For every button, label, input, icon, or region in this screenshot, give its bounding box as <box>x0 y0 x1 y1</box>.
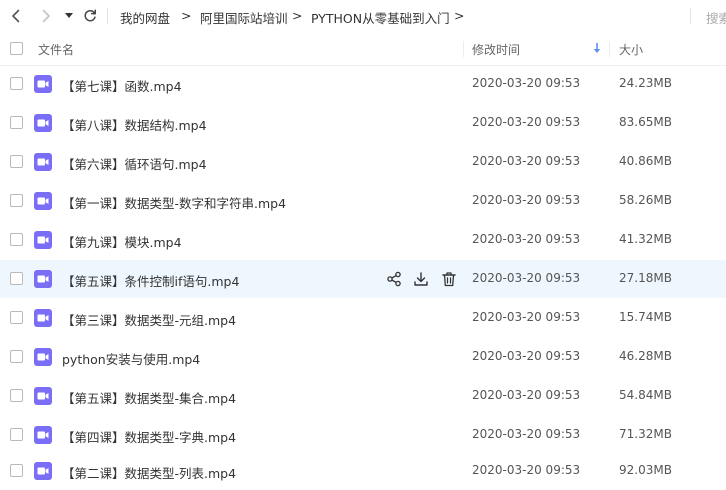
breadcrumb-item-current[interactable]: PYTHON从零基础到入门 <box>311 8 450 27</box>
search-input[interactable]: 搜索 <box>706 8 726 27</box>
back-button[interactable] <box>8 6 24 26</box>
file-size: 92.03MB <box>619 463 672 477</box>
file-checkbox[interactable] <box>10 389 23 402</box>
trash-icon <box>442 272 456 287</box>
video-file-icon <box>34 192 52 210</box>
toolbar-divider <box>107 8 108 24</box>
refresh-icon <box>84 9 97 22</box>
file-modified-time: 2020-03-20 09:53 <box>472 388 581 402</box>
file-checkbox[interactable] <box>10 272 23 285</box>
chevron-right-icon <box>42 9 50 23</box>
column-divider <box>463 41 464 57</box>
column-header-modified[interactable]: 修改时间 <box>472 41 520 58</box>
share-icon <box>387 271 401 287</box>
file-size: 24.23MB <box>619 76 672 90</box>
file-row[interactable]: 【第六课】循环语句.mp4 2020-03-20 09:53 40.86MB <box>0 143 726 181</box>
select-all-checkbox[interactable] <box>10 42 23 55</box>
video-file-icon <box>34 75 52 93</box>
video-file-icon <box>34 426 52 444</box>
file-name[interactable]: 【第五课】数据类型-集合.mp4 <box>62 388 236 407</box>
file-modified-time: 2020-03-20 09:53 <box>472 427 581 441</box>
file-row[interactable]: 【第七课】函数.mp4 2020-03-20 09:53 24.23MB <box>0 65 726 103</box>
file-checkbox[interactable] <box>10 311 23 324</box>
video-file-icon <box>34 231 52 249</box>
file-size: 58.26MB <box>619 193 672 207</box>
file-modified-time: 2020-03-20 09:53 <box>472 271 581 285</box>
file-name[interactable]: 【第九课】模块.mp4 <box>62 232 182 251</box>
file-modified-time: 2020-03-20 09:53 <box>472 193 581 207</box>
video-file-icon <box>34 309 52 327</box>
file-row[interactable]: 【第五课】数据类型-集合.mp4 2020-03-20 09:53 54.84M… <box>0 377 726 415</box>
file-size: 15.74MB <box>619 310 672 324</box>
file-checkbox[interactable] <box>10 116 23 129</box>
chevron-left-icon <box>12 9 20 23</box>
file-name[interactable]: 【第八课】数据结构.mp4 <box>62 115 207 134</box>
download-icon <box>414 272 428 286</box>
file-checkbox[interactable] <box>10 350 23 363</box>
file-list-header: 文件名 修改时间 大小 <box>0 33 726 66</box>
video-file-icon <box>34 270 52 288</box>
file-size: 71.32MB <box>619 427 672 441</box>
file-name[interactable]: 【第四课】数据类型-字典.mp4 <box>62 427 236 446</box>
video-file-icon <box>34 348 52 366</box>
file-size: 41.32MB <box>619 232 672 246</box>
breadcrumb-separator: > <box>181 8 192 23</box>
file-size: 27.18MB <box>619 271 672 285</box>
file-name[interactable]: 【第七课】函数.mp4 <box>62 76 182 95</box>
delete-button[interactable] <box>441 271 457 287</box>
file-row[interactable]: 【第九课】模块.mp4 2020-03-20 09:53 41.32MB <box>0 221 726 259</box>
file-size: 54.84MB <box>619 388 672 402</box>
file-modified-time: 2020-03-20 09:53 <box>472 349 581 363</box>
breadcrumb-separator: > <box>454 8 465 23</box>
file-modified-time: 2020-03-20 09:53 <box>472 154 581 168</box>
breadcrumb-item-root[interactable]: 我的网盘 <box>120 8 170 27</box>
file-row[interactable]: 【第八课】数据结构.mp4 2020-03-20 09:53 83.65MB <box>0 104 726 142</box>
file-row[interactable]: 【第一课】数据类型-数字和字符串.mp4 2020-03-20 09:53 58… <box>0 182 726 220</box>
file-name[interactable]: python安装与使用.mp4 <box>62 349 200 368</box>
file-checkbox[interactable] <box>10 77 23 90</box>
file-name[interactable]: 【第一课】数据类型-数字和字符串.mp4 <box>62 193 286 212</box>
file-modified-time: 2020-03-20 09:53 <box>472 232 581 246</box>
sort-descending-icon[interactable] <box>593 43 601 54</box>
file-row[interactable]: 【第二课】数据类型-列表.mp4 2020-03-20 09:53 92.03M… <box>0 452 726 490</box>
forward-button[interactable] <box>38 6 54 26</box>
file-checkbox[interactable] <box>10 233 23 246</box>
refresh-button[interactable] <box>81 6 99 26</box>
file-row[interactable]: 【第四课】数据类型-字典.mp4 2020-03-20 09:53 71.32M… <box>0 416 726 454</box>
breadcrumb-separator: > <box>292 8 303 23</box>
file-checkbox[interactable] <box>10 155 23 168</box>
video-file-icon <box>34 387 52 405</box>
file-modified-time: 2020-03-20 09:53 <box>472 76 581 90</box>
file-row[interactable]: python安装与使用.mp4 2020-03-20 09:53 46.28MB <box>0 338 726 376</box>
video-file-icon <box>34 114 52 132</box>
history-dropdown-button[interactable] <box>63 6 75 26</box>
file-size: 46.28MB <box>619 349 672 363</box>
file-size: 40.86MB <box>619 154 672 168</box>
file-checkbox[interactable] <box>10 428 23 441</box>
toolbar: 我的网盘 > 阿里国际站培训 > PYTHON从零基础到入门 > 搜索 <box>0 0 726 32</box>
file-row[interactable]: 【第三课】数据类型-元组.mp4 2020-03-20 09:53 15.74M… <box>0 299 726 337</box>
toolbar-divider <box>690 8 691 24</box>
file-name[interactable]: 【第六课】循环语句.mp4 <box>62 154 207 173</box>
file-name[interactable]: 【第五课】条件控制if语句.mp4 <box>62 271 239 290</box>
download-button[interactable] <box>413 271 429 287</box>
caret-down-icon <box>65 13 73 18</box>
column-divider <box>609 41 610 57</box>
column-header-name[interactable]: 文件名 <box>38 41 74 58</box>
file-checkbox[interactable] <box>10 194 23 207</box>
video-file-icon <box>34 153 52 171</box>
breadcrumb-item-training[interactable]: 阿里国际站培训 <box>200 8 288 27</box>
file-modified-time: 2020-03-20 09:53 <box>472 115 581 129</box>
file-name[interactable]: 【第二课】数据类型-列表.mp4 <box>62 463 236 482</box>
file-modified-time: 2020-03-20 09:53 <box>472 310 581 324</box>
share-button[interactable] <box>386 271 402 287</box>
file-modified-time: 2020-03-20 09:53 <box>472 463 581 477</box>
video-file-icon <box>34 462 52 480</box>
file-row[interactable]: 【第五课】条件控制if语句.mp4 2020-03-20 09:53 27.18… <box>0 260 726 298</box>
file-size: 83.65MB <box>619 115 672 129</box>
file-checkbox[interactable] <box>10 464 23 477</box>
column-header-size[interactable]: 大小 <box>619 41 643 58</box>
file-name[interactable]: 【第三课】数据类型-元组.mp4 <box>62 310 236 329</box>
